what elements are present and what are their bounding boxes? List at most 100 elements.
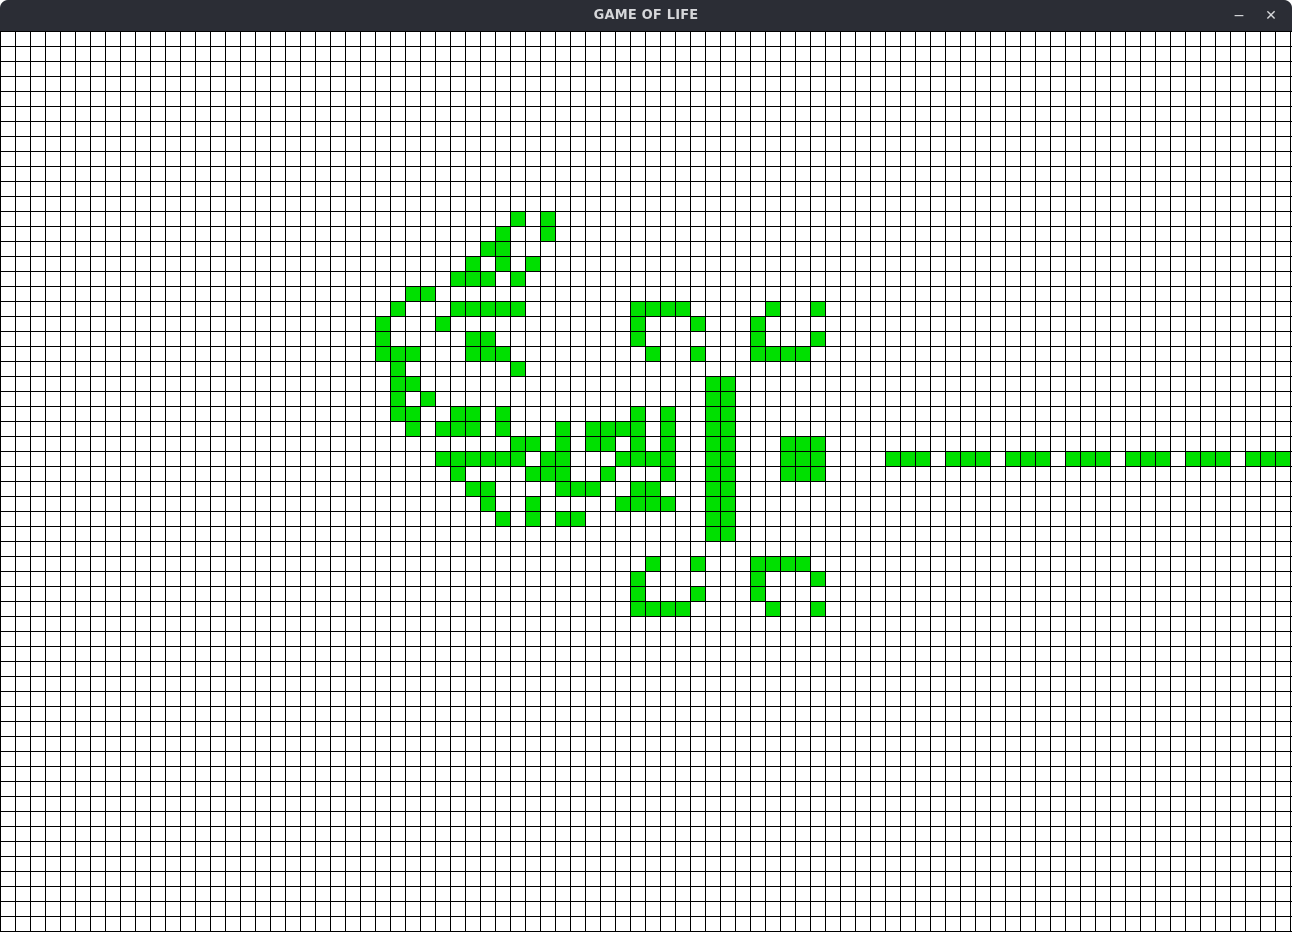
live-cell[interactable]	[720, 421, 735, 436]
live-cell[interactable]	[495, 301, 510, 316]
live-cell[interactable]	[495, 346, 510, 361]
live-cell[interactable]	[630, 436, 645, 451]
live-cell[interactable]	[630, 316, 645, 331]
live-cell[interactable]	[705, 511, 720, 526]
live-cell[interactable]	[690, 316, 705, 331]
live-cell[interactable]	[615, 421, 630, 436]
live-cell[interactable]	[480, 241, 495, 256]
live-cell[interactable]	[450, 301, 465, 316]
live-cell[interactable]	[705, 421, 720, 436]
live-cell[interactable]	[660, 436, 675, 451]
live-cell[interactable]	[465, 256, 480, 271]
live-cell[interactable]	[465, 421, 480, 436]
live-cell[interactable]	[450, 421, 465, 436]
live-cell[interactable]	[795, 451, 810, 466]
live-cell[interactable]	[645, 556, 660, 571]
close-button[interactable]: ✕	[1260, 5, 1282, 27]
live-cell[interactable]	[390, 391, 405, 406]
live-cell[interactable]	[645, 451, 660, 466]
live-cell[interactable]	[585, 436, 600, 451]
live-cell[interactable]	[1245, 451, 1260, 466]
live-cell[interactable]	[900, 451, 915, 466]
live-cell[interactable]	[510, 451, 525, 466]
live-cell[interactable]	[630, 481, 645, 496]
live-cell[interactable]	[405, 376, 420, 391]
live-cell[interactable]	[810, 571, 825, 586]
live-cell[interactable]	[810, 451, 825, 466]
live-cell[interactable]	[780, 466, 795, 481]
live-cell[interactable]	[405, 346, 420, 361]
live-cell[interactable]	[555, 436, 570, 451]
live-cell[interactable]	[495, 511, 510, 526]
live-cell[interactable]	[765, 301, 780, 316]
life-grid[interactable]	[0, 31, 1292, 932]
live-cell[interactable]	[720, 526, 735, 541]
live-cell[interactable]	[690, 346, 705, 361]
live-cell[interactable]	[390, 301, 405, 316]
live-cell[interactable]	[705, 406, 720, 421]
live-cell[interactable]	[1125, 451, 1140, 466]
live-cell[interactable]	[435, 451, 450, 466]
live-cell[interactable]	[495, 406, 510, 421]
live-cell[interactable]	[660, 496, 675, 511]
live-cell[interactable]	[645, 481, 660, 496]
live-cell[interactable]	[465, 451, 480, 466]
live-cell[interactable]	[450, 451, 465, 466]
live-cell[interactable]	[600, 466, 615, 481]
game-board[interactable]	[0, 31, 1292, 932]
live-cell[interactable]	[570, 511, 585, 526]
live-cell[interactable]	[645, 301, 660, 316]
live-cell[interactable]	[780, 451, 795, 466]
live-cell[interactable]	[660, 466, 675, 481]
live-cell[interactable]	[1215, 451, 1230, 466]
live-cell[interactable]	[540, 211, 555, 226]
live-cell[interactable]	[795, 436, 810, 451]
live-cell[interactable]	[660, 301, 675, 316]
live-cell[interactable]	[750, 571, 765, 586]
live-cell[interactable]	[630, 571, 645, 586]
live-cell[interactable]	[660, 451, 675, 466]
live-cell[interactable]	[465, 346, 480, 361]
live-cell[interactable]	[615, 496, 630, 511]
live-cell[interactable]	[690, 556, 705, 571]
live-cell[interactable]	[480, 271, 495, 286]
live-cell[interactable]	[705, 526, 720, 541]
live-cell[interactable]	[690, 586, 705, 601]
live-cell[interactable]	[540, 226, 555, 241]
live-cell[interactable]	[390, 406, 405, 421]
live-cell[interactable]	[480, 301, 495, 316]
live-cell[interactable]	[795, 556, 810, 571]
live-cell[interactable]	[1065, 451, 1080, 466]
live-cell[interactable]	[555, 451, 570, 466]
live-cell[interactable]	[705, 496, 720, 511]
live-cell[interactable]	[600, 436, 615, 451]
live-cell[interactable]	[600, 421, 615, 436]
live-cell[interactable]	[705, 481, 720, 496]
live-cell[interactable]	[750, 556, 765, 571]
live-cell[interactable]	[705, 466, 720, 481]
live-cell[interactable]	[720, 436, 735, 451]
live-cell[interactable]	[810, 436, 825, 451]
live-cell[interactable]	[1035, 451, 1050, 466]
live-cell[interactable]	[795, 346, 810, 361]
live-cell[interactable]	[660, 421, 675, 436]
live-cell[interactable]	[585, 481, 600, 496]
live-cell[interactable]	[495, 226, 510, 241]
live-cell[interactable]	[630, 406, 645, 421]
live-cell[interactable]	[495, 451, 510, 466]
title-bar[interactable]: GAME OF LIFE − ✕	[0, 0, 1292, 31]
live-cell[interactable]	[1260, 451, 1275, 466]
live-cell[interactable]	[525, 496, 540, 511]
live-cell[interactable]	[375, 346, 390, 361]
live-cell[interactable]	[555, 481, 570, 496]
live-cell[interactable]	[810, 466, 825, 481]
live-cell[interactable]	[510, 436, 525, 451]
live-cell[interactable]	[780, 346, 795, 361]
live-cell[interactable]	[570, 481, 585, 496]
live-cell[interactable]	[660, 406, 675, 421]
live-cell[interactable]	[630, 586, 645, 601]
live-cell[interactable]	[405, 421, 420, 436]
live-cell[interactable]	[480, 346, 495, 361]
live-cell[interactable]	[975, 451, 990, 466]
live-cell[interactable]	[435, 421, 450, 436]
